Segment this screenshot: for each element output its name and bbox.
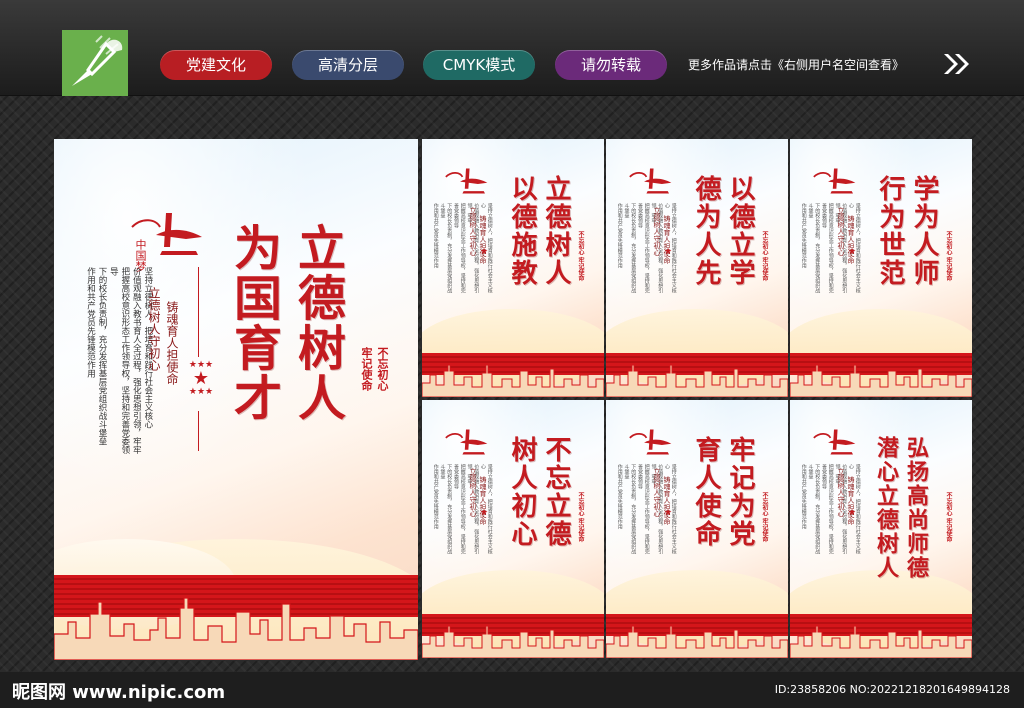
small-title-1: 弘扬高尚师德: [903, 436, 929, 580]
pen-logo-icon: [62, 30, 128, 96]
small-slogan: 不忘初心 牢记使命: [945, 492, 952, 543]
city-skyline-icon: [606, 625, 788, 658]
star-icon: ★: [480, 508, 489, 518]
small-subtitle-1: 立德树人守初心: [837, 468, 845, 517]
small-title-2: 以德施教: [507, 175, 537, 287]
footer-bar: 昵图网 www.nipic.com ID:23858206 NO:2022121…: [0, 672, 1024, 708]
main-title-2: 为国育才: [225, 223, 281, 423]
small-title-1: 学为人师: [909, 175, 939, 287]
small-slogan: 不忘初心 牢记使命: [577, 231, 584, 282]
small-slogan: 不忘初心 牢记使命: [761, 231, 768, 282]
star-icon: ★: [480, 247, 489, 257]
small-title-1: 立德树人: [541, 175, 571, 287]
main-title-1: 立德树人: [289, 223, 345, 423]
city-skyline-icon: [790, 364, 972, 397]
main-body-text: 坚持立德树人，把培育和践行社会主义核心 价值观融入教书育人全过程，强化思想引领，…: [85, 267, 153, 454]
small-slogan: 不忘初心 牢记使命: [577, 492, 584, 543]
china-dream-logo-icon: [445, 168, 488, 194]
small-subtitle-1: 立德树人守初心: [653, 207, 661, 256]
tag-hd-layers: 高清分层: [292, 50, 404, 80]
small-poster: 坚持立德树人，把培育和践行社会主义核心 价值观融入教书育人全过程，强化思想引领，牢…: [790, 400, 972, 658]
small-title-2: 行为世范: [875, 175, 905, 287]
china-dream-logo-icon: [813, 429, 856, 455]
small-title-2: 树人初心: [507, 436, 537, 548]
double-chevron-right-icon[interactable]: [942, 52, 972, 76]
small-title-2: 潜心立德树人: [873, 436, 899, 580]
small-title-1: 牢记为党: [725, 436, 755, 548]
main-slogan-1: 不忘初心: [376, 347, 389, 391]
main-subtitle-1: 立德树人守初心: [147, 287, 161, 371]
city-skyline-icon: [422, 625, 604, 658]
city-skyline-icon: [422, 364, 604, 397]
main-slogan-2: 牢记使命: [360, 347, 373, 391]
small-subtitle-1: 立德树人守初心: [837, 207, 845, 256]
small-poster: 坚持立德树人，把培育和践行社会主义核心 价值观融入教书育人全过程，强化思想引领，牢…: [790, 139, 972, 397]
top-banner: 党建文化 高清分层 CMYK模式 请勿转载 更多作品请点击《右侧用户名空间查看》: [0, 0, 1024, 96]
star-icon: ★: [664, 508, 673, 518]
stars-icon: ★★★ ★ ★★★: [188, 360, 214, 397]
tag-no-repost: 请勿转载: [555, 50, 667, 80]
china-dream-logo-icon: [629, 429, 672, 455]
china-dream-logo-icon: [629, 168, 672, 194]
image-id-text: ID:23858206 NO:20221218201649894128: [774, 683, 1010, 696]
small-poster: 坚持立德树人，把培育和践行社会主义核心 价值观融入教书育人全过程，强化思想引领，牢…: [606, 400, 788, 658]
small-subtitle-1: 立德树人守初心: [469, 207, 477, 256]
star-icon: ★: [848, 247, 857, 257]
main-subtitle-2: 铸魂育人担使命: [165, 301, 179, 385]
small-poster: 坚持立德树人，把培育和践行社会主义核心 价值观融入教书育人全过程，强化思想引领，牢…: [422, 139, 604, 397]
star-icon: ★: [664, 247, 673, 257]
small-poster: 坚持立德树人，把培育和践行社会主义核心 价值观融入教书育人全过程，强化思想引领，牢…: [606, 139, 788, 397]
small-slogan: 不忘初心 牢记使命: [761, 492, 768, 543]
small-poster: 坚持立德树人，把培育和践行社会主义核心 价值观融入教书育人全过程，强化思想引领，牢…: [422, 400, 604, 658]
city-skyline-icon: [606, 364, 788, 397]
city-skyline-icon: [54, 597, 418, 660]
site-brand: 昵图网 www.nipic.com: [12, 682, 226, 703]
main-poster: 中国梦 坚持立德树人，把培育和践行社会主义核心 价值观融入教书育人全过程，强化思…: [54, 139, 418, 660]
more-works-link[interactable]: 更多作品请点击《右侧用户名空间查看》: [688, 56, 904, 73]
small-subtitle-1: 立德树人守初心: [469, 468, 477, 517]
star-icon: ★: [848, 508, 857, 518]
tag-party-culture: 党建文化: [160, 50, 272, 80]
city-skyline-icon: [790, 625, 972, 658]
small-title-1: 不忘立德: [541, 436, 571, 548]
china-dream-logo-icon: [813, 168, 856, 194]
china-dream-logo-icon: [445, 429, 488, 455]
small-slogan: 不忘初心 牢记使命: [945, 231, 952, 282]
small-title-2: 德为人先: [691, 175, 721, 287]
tag-cmyk-mode: CMYK模式: [423, 50, 535, 80]
small-title-1: 以德立学: [725, 175, 755, 287]
small-title-2: 育人使命: [691, 436, 721, 548]
small-subtitle-1: 立德树人守初心: [653, 468, 661, 517]
